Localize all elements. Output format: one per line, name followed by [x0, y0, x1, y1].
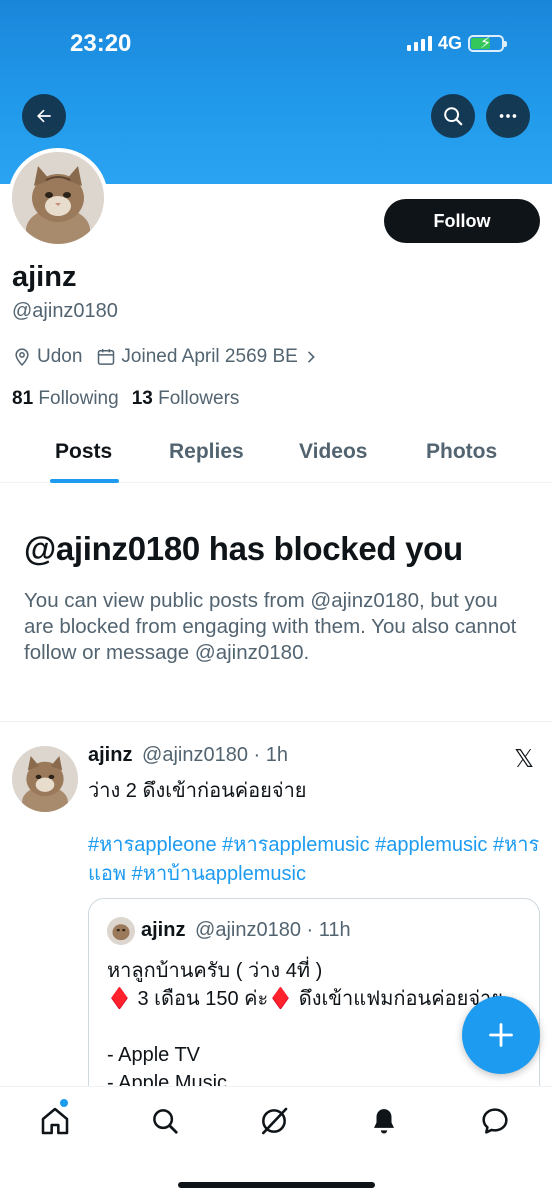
profile-avatar[interactable]: [8, 148, 108, 248]
nav-grok[interactable]: [256, 1103, 292, 1139]
tab-replies[interactable]: Replies: [169, 440, 244, 464]
tab-photos[interactable]: Photos: [426, 440, 497, 464]
home-icon: [41, 1107, 69, 1135]
post-time: · 1h: [253, 744, 288, 766]
profile-tabs: Posts Replies Videos Photos: [0, 424, 552, 483]
following-label: Following: [38, 388, 119, 409]
quote-handle: @ajinz0180: [195, 919, 301, 941]
active-tab-indicator: [50, 479, 119, 483]
location-text: Udon: [37, 346, 83, 367]
follow-stats: 81 Following 13 Followers: [12, 388, 239, 410]
kitten-avatar-image: [12, 152, 104, 244]
followers-count: 13: [131, 388, 153, 409]
search-icon: [153, 1109, 178, 1134]
signal-icon: [406, 36, 432, 51]
bell-icon: [374, 1109, 394, 1134]
following-count: 81: [12, 388, 34, 409]
compose-button[interactable]: [462, 996, 540, 1074]
post-author[interactable]: ajinz: [88, 744, 132, 766]
blocked-title: @ajinz0180 has blocked you: [24, 530, 463, 567]
followers-label: Followers: [158, 388, 240, 409]
post-handle: @ajinz0180: [142, 744, 248, 766]
post-avatar[interactable]: [12, 746, 78, 812]
follow-button[interactable]: Follow: [384, 199, 540, 243]
kitten-avatar-image: [12, 746, 78, 812]
nav-messages[interactable]: [477, 1103, 513, 1139]
home-indicator: [178, 1182, 375, 1188]
chevron-right-icon: [308, 351, 315, 363]
post-text: ว่าง 2 ดึงเข้าก่อนค่อยจ่าย: [88, 780, 307, 802]
post-hashtags[interactable]: #หารappleone #หารapplemusic #applemusic …: [88, 831, 543, 889]
location-info: Udon: [12, 346, 82, 368]
network-type: 4G: [437, 33, 462, 53]
followers-link[interactable]: 13 Followers: [132, 388, 240, 410]
grok-icon: [262, 1107, 288, 1135]
search-icon: [444, 107, 463, 126]
more-icon: [499, 114, 517, 118]
nav-search[interactable]: [147, 1103, 183, 1139]
tab-videos[interactable]: Videos: [299, 440, 367, 464]
calendar-icon: [98, 349, 115, 365]
status-time: 23:20: [70, 30, 132, 57]
more-button[interactable]: [486, 94, 530, 138]
location-pin-icon: [15, 348, 29, 366]
battery-icon: ⚡: [468, 35, 507, 52]
x-logo-icon: 𝕏: [514, 745, 535, 773]
nav-notifications[interactable]: [366, 1103, 402, 1139]
home-notification-dot: [60, 1099, 68, 1107]
divider: [0, 721, 552, 722]
nav-home[interactable]: [37, 1103, 73, 1139]
tab-posts[interactable]: Posts: [55, 440, 112, 464]
quote-author: ajinz: [141, 919, 186, 941]
status-icons: 4G ⚡: [406, 33, 507, 54]
back-button[interactable]: [22, 94, 66, 138]
profile-handle: @ajinz0180: [12, 300, 118, 322]
quote-avatar: [107, 917, 135, 945]
profile-display-name: ajinz: [12, 261, 77, 293]
message-icon: [482, 1108, 508, 1134]
following-link[interactable]: 81 Following: [12, 388, 119, 410]
joined-info[interactable]: Joined April 2569 BE: [96, 346, 318, 368]
bottom-nav: [0, 1086, 552, 1200]
arrow-left-icon: [37, 109, 51, 123]
quote-line: หาลูกบ้านครับ ( ว่าง 4ที่ ): [107, 960, 323, 982]
joined-text: Joined April 2569 BE: [121, 346, 298, 367]
profile-meta: Udon Joined April 2569 BE: [12, 346, 333, 368]
plus-icon: [489, 1023, 513, 1047]
kitten-avatar-image: [107, 917, 135, 945]
blocked-description: You can view public posts from @ajinz018…: [24, 589, 517, 664]
search-button[interactable]: [431, 94, 475, 138]
quote-time: · 11h: [306, 919, 351, 941]
post-header: ajinz @ajinz0180 · 1h: [88, 744, 288, 767]
quote-header: ajinz @ajinz0180 · 11h: [141, 919, 351, 942]
